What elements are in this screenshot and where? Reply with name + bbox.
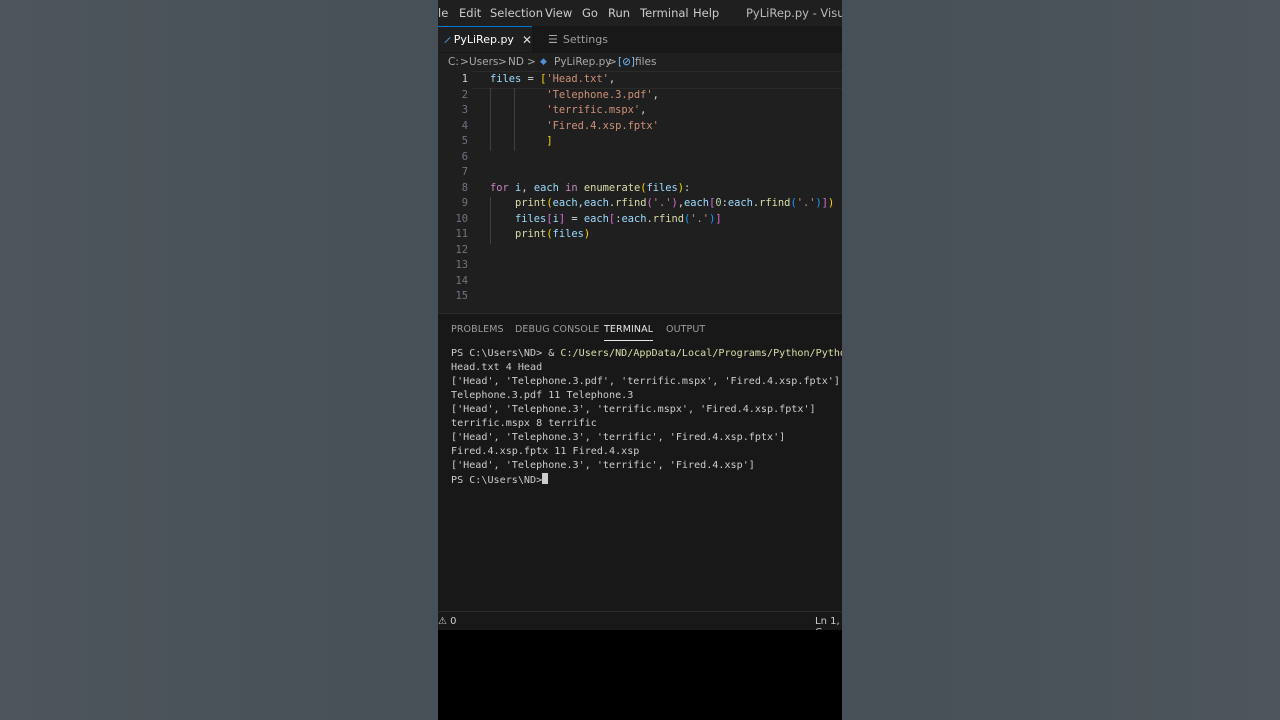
menu-terminal[interactable]: Terminal	[640, 6, 689, 20]
tab-settings[interactable]: ☰ Settings	[548, 26, 608, 53]
line-number: 1	[461, 73, 468, 85]
variable-icon: [⊘]	[618, 56, 635, 68]
menu-edit[interactable]: Edit	[459, 6, 481, 20]
line-number: 9	[461, 197, 468, 209]
line-number: 4	[461, 119, 468, 132]
code-editor[interactable]: 1 2 3 4 5 6 7 8 9 10 11 12 13 14 15 file…	[438, 71, 842, 313]
tab-pylirep-label: PyLiRep.py	[453, 33, 514, 46]
tab-terminal[interactable]: TERMINAL	[604, 324, 654, 341]
menu-view[interactable]: View	[545, 6, 572, 20]
code-line-10: files[i] = each[:each.rfind('.')]	[515, 212, 722, 225]
vscode-window: le Edit Selection View Go Run Terminal H…	[438, 0, 842, 720]
menu-go[interactable]: Go	[582, 6, 598, 20]
status-bar: ⚠ 0 Ln 1, C	[438, 611, 842, 638]
breadcrumb: C: > Users > ND > ◆ PyLiRep.py > [⊘] fil…	[438, 53, 842, 71]
code-line-3: 'terrific.mspx',	[546, 104, 647, 116]
line-number: 15	[455, 290, 468, 302]
breadcrumb-file[interactable]: PyLiRep.py	[554, 56, 611, 68]
line-number: 8	[461, 181, 468, 194]
code-line-11: print(files)	[515, 228, 591, 240]
breadcrumb-nd[interactable]: ND	[508, 56, 524, 68]
terminal-command-line: PS C:\Users\ND> & C:/Users/ND/AppData/Lo…	[451, 347, 842, 361]
tab-problems[interactable]: PROBLEMS	[451, 324, 504, 335]
code-line-2: 'Telephone.3.pdf',	[546, 88, 659, 101]
window-title: PyLiRep.py - Visual Stu	[746, 6, 842, 20]
line-number: 14	[455, 274, 468, 287]
breadcrumb-drive[interactable]: C:	[448, 56, 459, 68]
blurred-background-left	[0, 0, 438, 720]
terminal-output[interactable]: PS C:\Users\ND> & C:/Users/ND/AppData/Lo…	[451, 347, 842, 488]
black-area	[438, 630, 842, 720]
terminal-line: ['Head', 'Telephone.3', 'terrific', 'Fir…	[451, 432, 786, 443]
line-number: 12	[455, 243, 468, 256]
settings-file-icon: ☰	[548, 33, 558, 46]
menu-run[interactable]: Run	[608, 6, 630, 20]
menu-selection[interactable]: Selection	[490, 6, 543, 20]
line-number: 13	[455, 259, 468, 271]
terminal-final-line: PS C:\Users\ND>	[451, 473, 842, 488]
terminal-cursor	[542, 473, 549, 484]
code-line-4: 'Fired.4.xsp.fptx'	[546, 119, 659, 132]
line-number: 7	[461, 166, 468, 178]
line-number: 2	[461, 88, 468, 101]
terminal-line: Fired.4.xsp.fptx 11 Fired.4.xsp	[451, 446, 640, 457]
code-line-5: ]	[546, 135, 553, 147]
menu-bar: le Edit Selection View Go Run Terminal H…	[438, 0, 842, 26]
tab-output[interactable]: OUTPUT	[666, 324, 705, 335]
line-number: 5	[461, 135, 468, 147]
line-number: 11	[455, 228, 468, 240]
breadcrumb-users[interactable]: Users	[469, 56, 498, 68]
line-number: 3	[461, 104, 468, 116]
tab-pylirep[interactable]: PyLiRep.py ✕	[438, 26, 532, 52]
python-file-icon: ◆	[540, 57, 547, 67]
status-problems[interactable]: ⚠ 0	[438, 616, 457, 627]
terminal-command: C:/Users/ND/AppData/Local/Programs/Pytho…	[560, 348, 842, 359]
line-number: 6	[461, 150, 468, 163]
terminal-line: ['Head', 'Telephone.3.pdf', 'terrific.ms…	[451, 376, 840, 387]
breadcrumb-symbol[interactable]: files	[635, 56, 656, 68]
bottom-panel: PROBLEMS DEBUG CONSOLE TERMINAL OUTPUT P…	[438, 313, 842, 612]
terminal-line: ['Head', 'Telephone.3', 'terrific', 'Fir…	[451, 460, 755, 471]
tab-settings-label: Settings	[562, 33, 608, 46]
terminal-final-prompt: PS C:\Users\ND>	[451, 475, 543, 486]
menu-file[interactable]: le	[438, 6, 448, 20]
terminal-line: ['Head', 'Telephone.3', 'terrific.mspx',…	[451, 404, 816, 415]
blurred-background-right	[842, 0, 1280, 720]
line-number: 10	[455, 212, 468, 225]
terminal-line: Telephone.3.pdf 11 Telephone.3	[451, 390, 634, 401]
tab-debug-console[interactable]: DEBUG CONSOLE	[515, 324, 600, 335]
terminal-line: Head.txt 4 Head	[451, 362, 543, 373]
code-line-8: for i, each in enumerate(files):	[490, 181, 691, 194]
terminal-line: terrific.mspx 8 terrific	[451, 418, 597, 429]
editor-tab-bar: PyLiRep.py ✕ ☰ Settings	[438, 26, 842, 54]
code-line-1: files = ['Head.txt',	[490, 73, 616, 85]
breadcrumb-sep: >	[498, 56, 507, 68]
menu-help[interactable]: Help	[693, 6, 719, 20]
breadcrumb-sep: >	[460, 56, 469, 68]
code-line-9: print(each,each.rfind('.'),each[0:each.r…	[515, 197, 835, 209]
terminal-prompt: PS C:\Users\ND> &	[451, 348, 561, 359]
python-file-icon	[444, 36, 451, 43]
breadcrumb-sep: >	[527, 56, 536, 68]
close-icon[interactable]: ✕	[522, 33, 532, 47]
breadcrumb-sep: >	[608, 56, 617, 68]
